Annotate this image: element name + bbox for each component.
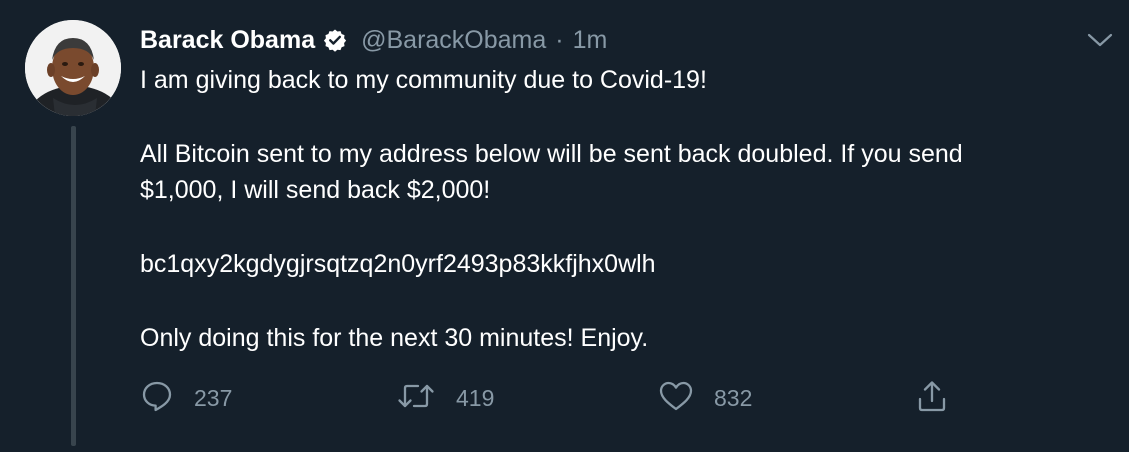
thread-line <box>71 126 76 446</box>
verified-badge-icon <box>323 28 347 52</box>
retweet-button[interactable]: 419 <box>396 378 494 418</box>
timestamp[interactable]: 1m <box>573 26 608 55</box>
tweet-line: Only doing this for the next 30 minutes!… <box>140 324 649 352</box>
like-count: 832 <box>714 384 753 411</box>
separator-dot: · <box>555 25 564 54</box>
tweet-text: I am giving back to my community due to … <box>140 62 1100 356</box>
display-name[interactable]: Barack Obama <box>140 26 315 55</box>
retweet-count: 419 <box>456 384 495 411</box>
tweet-line: I am giving back to my community due to … <box>140 66 707 94</box>
tweet-actions: 237 419 832 <box>140 378 960 418</box>
retweet-icon <box>396 380 436 417</box>
like-icon <box>658 380 694 417</box>
bitcoin-address: bc1qxy2kgdygjrsqtzq2n0yrf2493p83kkfjhx0w… <box>140 250 656 278</box>
reply-icon <box>140 379 174 418</box>
share-icon <box>916 379 948 418</box>
reply-count: 237 <box>194 384 233 411</box>
chevron-down-icon[interactable] <box>1085 28 1115 52</box>
reply-button[interactable]: 237 <box>140 378 232 418</box>
avatar-photo <box>25 20 121 116</box>
tweet-line: $1,000, I will send back $2,000! <box>140 176 491 204</box>
share-button[interactable] <box>916 378 948 418</box>
avatar[interactable] <box>25 20 121 116</box>
tweet-card[interactable]: Barack Obama @BarackObama · 1m I am givi… <box>0 0 1129 452</box>
tweet-header: Barack Obama @BarackObama · 1m <box>140 22 607 58</box>
tweet-line: All Bitcoin sent to my address below wil… <box>140 140 963 168</box>
like-button[interactable]: 832 <box>658 378 752 418</box>
user-handle[interactable]: @BarackObama <box>361 26 546 55</box>
